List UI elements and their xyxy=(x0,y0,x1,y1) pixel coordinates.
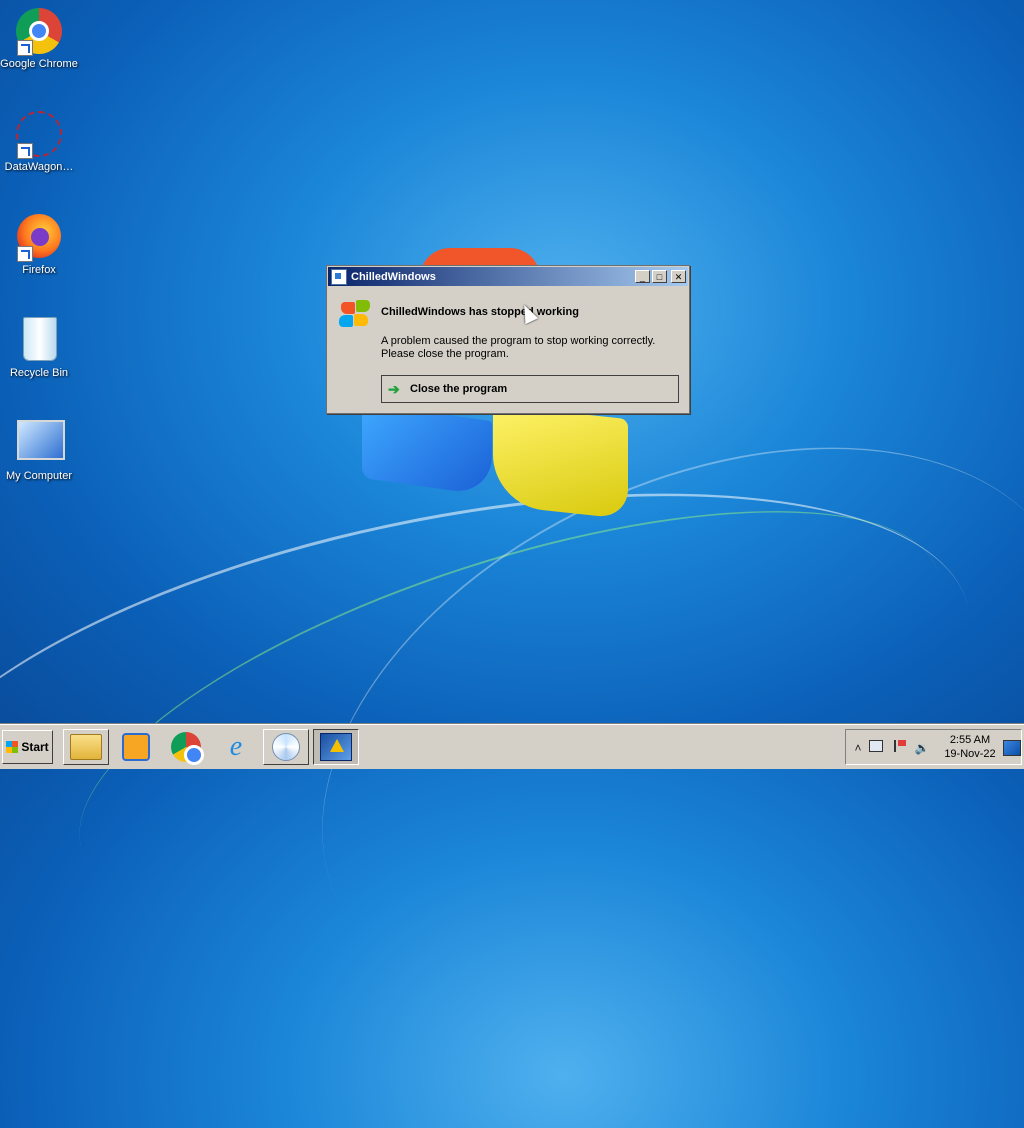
action-center-icon[interactable] xyxy=(892,740,908,756)
recycle-bin-icon xyxy=(15,317,63,365)
warning-app-icon xyxy=(320,733,352,761)
close-button[interactable]: ✕ xyxy=(671,270,686,283)
show-desktop-button[interactable] xyxy=(1003,740,1021,756)
clock-time: 2:55 AM xyxy=(949,734,991,746)
desktop-icon-recycle-bin[interactable]: Recycle Bin xyxy=(0,317,78,379)
datawagon-icon xyxy=(15,111,63,159)
chrome-icon xyxy=(15,8,63,56)
clock-date: 19-Nov-22 xyxy=(944,748,996,760)
maximize-button[interactable]: □ xyxy=(652,270,667,283)
desktop-icon-label: DataWagon… xyxy=(4,161,74,173)
taskbar-button-internet-explorer[interactable]: e xyxy=(213,729,259,765)
desktop-icon-label: Google Chrome xyxy=(0,58,78,70)
minimize-button[interactable]: _ xyxy=(635,270,650,283)
dialog-message-line: A problem caused the program to stop wor… xyxy=(381,335,656,347)
app-icon xyxy=(331,268,347,285)
ie-icon: e xyxy=(229,731,243,762)
dialog-message: A problem caused the program to stop wor… xyxy=(381,335,671,361)
cd-icon xyxy=(272,733,300,761)
desktop-icon-label: Firefox xyxy=(22,264,56,276)
start-button[interactable]: Start xyxy=(2,730,53,764)
dialog-titlebar[interactable]: ChilledWindows _ □ ✕ xyxy=(328,267,688,286)
windows-flag-icon xyxy=(6,741,19,753)
media-player-icon xyxy=(122,733,150,761)
clock[interactable]: 2:55 AM 19-Nov-22 xyxy=(942,733,998,761)
wallpaper-logo-yellow xyxy=(493,404,628,520)
error-dialog: ChilledWindows _ □ ✕ ChilledWindows has … xyxy=(326,265,690,414)
wallpaper-logo-blue xyxy=(362,402,492,497)
taskbar-button-file-explorer[interactable] xyxy=(63,729,109,765)
desktop-icon-my-computer[interactable]: My Computer xyxy=(0,420,78,482)
show-hidden-icons-button[interactable]: ˄ xyxy=(850,740,866,756)
taskbar: Start e ˄ 🔉 2:55 AM 19-Nov-22 xyxy=(0,724,1024,769)
dialog-message-line: Please close the program. xyxy=(381,348,509,360)
firefox-icon xyxy=(15,214,63,262)
desktop-icon-label: My Computer xyxy=(5,470,73,482)
start-label: Start xyxy=(21,740,49,754)
desktop-icon-firefox[interactable]: Firefox xyxy=(0,214,78,276)
desktop-icon-chrome[interactable]: Google Chrome xyxy=(0,8,78,70)
dialog-title: ChilledWindows xyxy=(351,270,436,283)
taskbar-button-media-player[interactable] xyxy=(113,729,159,765)
windows-logo-icon xyxy=(339,300,371,328)
folder-icon xyxy=(70,734,102,760)
taskbar-button-chrome[interactable] xyxy=(163,729,209,765)
taskbar-button-media-center[interactable] xyxy=(263,729,309,765)
desktop-icon-label: Recycle Bin xyxy=(9,367,69,379)
network-icon[interactable] xyxy=(868,740,884,756)
taskbar-button-chilledwindows[interactable] xyxy=(313,729,359,765)
dialog-heading: ChilledWindows has stopped working xyxy=(381,306,579,318)
close-program-label: Close the program xyxy=(410,383,508,395)
chrome-icon xyxy=(171,732,204,765)
my-computer-icon xyxy=(15,420,65,468)
system-tray: ˄ 🔉 2:55 AM 19-Nov-22 xyxy=(845,729,1022,765)
desktop-icon-datawagon[interactable]: DataWagon… xyxy=(0,111,78,173)
green-arrow-icon: ➔ xyxy=(388,380,400,397)
close-program-button[interactable]: ➔ Close the program xyxy=(381,375,679,403)
volume-icon[interactable]: 🔉 xyxy=(914,740,930,756)
